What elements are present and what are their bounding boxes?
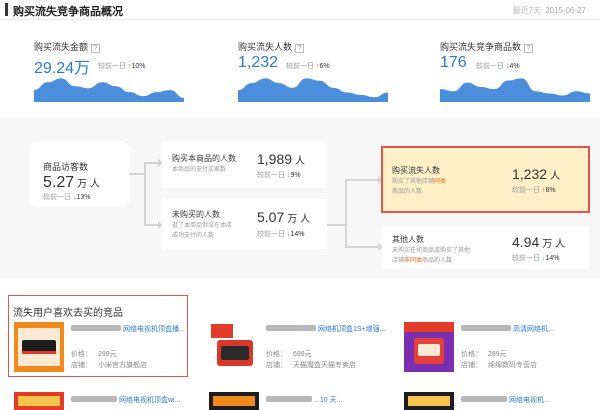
product-card[interactable]: 网络电视机... <box>404 392 574 410</box>
not-bought-desc: 逛了本商品但没在本店 成功支付的人数 <box>172 223 233 239</box>
product-image[interactable] <box>14 322 64 372</box>
connector-visitors <box>129 162 158 226</box>
bought-title: 购买本商品的人数 <box>172 154 236 163</box>
product-image[interactable] <box>14 392 64 410</box>
product-store: 店铺： 绵绵数码专营店 <box>461 362 537 369</box>
connector-not-bought <box>327 179 378 248</box>
lost-desc: 购买了其他店铺同类 商品的人数 <box>392 179 447 195</box>
product-name[interactable]: ...10 天... <box>266 395 342 405</box>
others-desc: 未购买任何商品或购买了其他 店铺非同类商品的人数 <box>392 248 471 264</box>
visitors-label: 商品访客数 <box>43 162 89 172</box>
product-price: 价格： 289元 <box>461 351 507 358</box>
visitors-unit: 万 人 <box>77 179 100 190</box>
not-bought-value: 5.07 <box>257 209 285 225</box>
product-name[interactable]: 高清网络机... <box>461 324 554 334</box>
product-card[interactable]: 高清网络机... 价格： 289元 店铺： 绵绵数码专营店 <box>404 322 574 384</box>
bought-desc: 本商品的支付买家数 <box>172 167 227 173</box>
others-title: 其他人数 <box>392 235 424 244</box>
visitors-card: 商品访客数 5.27 万 人 较前一日 ↓13% <box>29 141 129 207</box>
bought-value: 1,989 <box>257 151 293 167</box>
visitors-compare: 较前一日 ↓13% <box>43 194 91 201</box>
visitors-value: 5.27 <box>43 174 75 191</box>
bought-card: 购买本商品的人数 本商品的支付买家数 1,989 人 较前一日 ↓9% <box>162 141 327 188</box>
product-image[interactable] <box>209 392 259 410</box>
product-store: 店铺： 天猫魔盒天猫专卖店 <box>266 362 356 369</box>
not-bought-compare: 较前一日 ↓14% <box>257 231 305 238</box>
lost-users-card: 购买流失人数 购买了其他店铺同类 商品的人数 1,232 人 较前一日 ↑6% <box>381 146 590 213</box>
product-card[interactable]: 网络电视机顶盒wi... <box>14 392 184 410</box>
others-compare: 较前一日 ↓14% <box>512 255 560 262</box>
lost-compare: 较前一日 ↑6% <box>512 187 556 194</box>
product-image[interactable] <box>404 322 454 372</box>
product-image[interactable] <box>209 322 259 372</box>
lost-title: 购买流失人数 <box>392 166 440 175</box>
other-users-card: 其他人数 未购买任何商品或购买了其他 店铺非同类商品的人数 4.94 万 人 较前一… <box>382 226 589 269</box>
product-card[interactable]: 网络机顶盒1S+增强... 价格： 699元 店铺： 天猫魔盒天猫专卖店 <box>209 322 385 384</box>
product-name[interactable]: 网络电视机顶盒播... <box>71 324 185 334</box>
product-card[interactable]: ...10 天... <box>209 392 379 410</box>
not-bought-card: 未购买的人数 逛了本商品但没在本店 成功支付的人数 5.07 万 人 较前一日 ↓1… <box>162 199 327 249</box>
bought-compare: 较前一日 ↓9% <box>257 172 301 179</box>
not-bought-title: 未购买的人数 <box>172 210 220 219</box>
product-store: 店铺： 小米官方旗舰店 <box>71 362 147 369</box>
product-name[interactable]: 网络机顶盒1S+增强... <box>266 324 385 334</box>
product-price: 价格： 699元 <box>266 351 312 358</box>
products-section-title: 流失用户喜欢去买的竞品 <box>13 308 123 319</box>
product-price: 价格： 299元 <box>71 351 117 358</box>
lost-value: 1,232 <box>512 166 548 182</box>
product-image[interactable] <box>404 392 454 410</box>
product-name[interactable]: 网络电视机顶盒wi... <box>71 395 180 405</box>
product-name[interactable]: 网络电视机... <box>461 395 550 405</box>
product-card[interactable]: 网络电视机顶盒播... 价格： 299元 店铺： 小米官方旗舰店 <box>14 322 185 384</box>
others-value: 4.94 <box>512 234 540 250</box>
